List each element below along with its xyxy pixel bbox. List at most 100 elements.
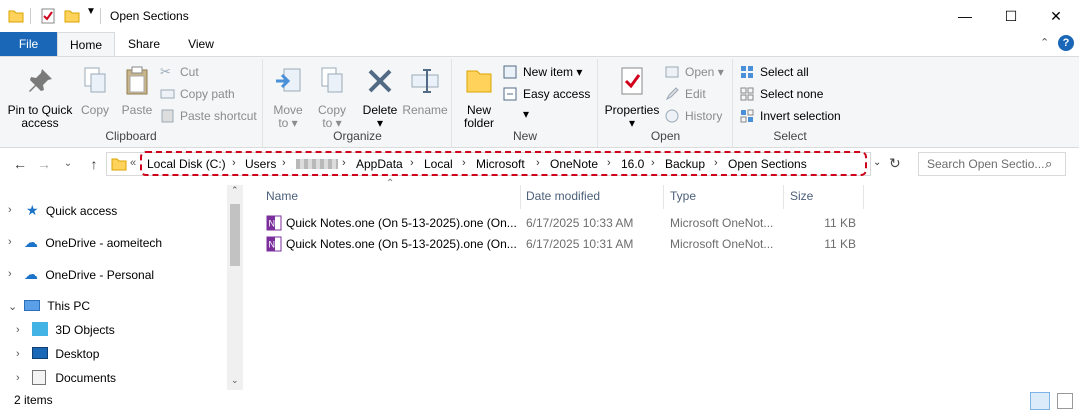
new-folder-button[interactable]: New folder	[459, 65, 499, 130]
table-row[interactable]: N Quick Notes.one (On 5-13-2025).one (On…	[258, 213, 866, 233]
column-divider[interactable]	[663, 185, 664, 209]
refresh-icon[interactable]: ↻	[889, 155, 901, 172]
breadcrumb-microsoft[interactable]: Microsoft	[476, 157, 525, 171]
chevron-right-icon[interactable]: ›	[16, 348, 20, 360]
sidebar-item-onedrive-personal[interactable]: ☁ OneDrive - Personal	[24, 262, 154, 286]
search-input[interactable]: Search Open Sectio... ⌕	[918, 152, 1066, 176]
sidebar-item-documents[interactable]: Documents	[32, 366, 116, 390]
column-divider[interactable]	[863, 185, 864, 209]
maximize-button[interactable]: ☐	[988, 0, 1034, 32]
breadcrumb-backup[interactable]: Backup	[665, 157, 705, 171]
sidebar-item-quick-access[interactable]: ★ Quick access	[26, 198, 117, 222]
tab-file[interactable]: File	[0, 32, 57, 56]
column-name[interactable]: Name	[266, 189, 298, 203]
help-icon[interactable]: ?	[1058, 35, 1074, 51]
minimize-ribbon-icon[interactable]: ⌃	[1040, 36, 1049, 49]
copy-path-button[interactable]: Copy path	[160, 84, 235, 104]
select-none-button[interactable]: Select none	[740, 84, 823, 104]
select-none-label: Select none	[760, 87, 824, 101]
breadcrumb-users[interactable]: Users	[245, 157, 276, 171]
paste-shortcut-button[interactable]: Paste shortcut	[160, 106, 257, 126]
chevron-right-icon[interactable]: ›	[8, 268, 12, 280]
details-view-icon[interactable]	[1030, 392, 1050, 410]
scrollbar-thumb[interactable]	[230, 204, 240, 266]
easy-access-button[interactable]: Easy access ▾	[503, 84, 597, 121]
breadcrumb-overflow-icon[interactable]: «	[130, 157, 136, 169]
rename-label: Rename	[402, 103, 448, 117]
scroll-down-icon[interactable]: ⌄	[231, 375, 239, 386]
back-arrow-icon[interactable]: ←	[10, 154, 30, 174]
column-divider[interactable]	[783, 185, 784, 209]
breadcrumb-separator-icon[interactable]: ›	[607, 157, 611, 169]
select-group-label: Select	[773, 129, 807, 143]
item-count: 2 items	[14, 393, 53, 407]
pin-to-quick-access-button[interactable]: Pin to Quick access	[4, 65, 76, 130]
breadcrumb-appdata[interactable]: AppData	[356, 157, 403, 171]
breadcrumb-version[interactable]: 16.0	[621, 157, 644, 171]
address-dropdown-icon[interactable]: ⌄	[873, 157, 881, 168]
move-to-button[interactable]: Move to ▾	[268, 65, 308, 130]
delete-icon	[368, 69, 392, 93]
chevron-right-icon[interactable]: ›	[16, 372, 20, 384]
breadcrumb-open-sections[interactable]: Open Sections	[728, 157, 807, 171]
copy-label: Copy	[80, 103, 109, 117]
cut-button[interactable]: ✂ Cut	[160, 62, 199, 82]
new-folder-icon[interactable]	[64, 8, 80, 24]
column-size[interactable]: Size	[790, 189, 813, 203]
column-type[interactable]: Type	[670, 189, 696, 203]
tab-view[interactable]: View	[176, 32, 226, 56]
breadcrumb-onenote[interactable]: OneNote	[550, 157, 598, 171]
copy-to-button[interactable]: Copy to ▾	[312, 65, 352, 130]
properties-button[interactable]: Properties ▾	[603, 65, 661, 130]
rename-button[interactable]: Rename	[402, 65, 448, 117]
large-icons-view-icon[interactable]	[1057, 393, 1073, 409]
copy-path-icon	[160, 89, 175, 99]
sidebar-item-3d-objects[interactable]: 3D Objects	[32, 318, 115, 342]
recent-locations-icon[interactable]: ⌄	[58, 154, 78, 174]
delete-button[interactable]: Delete ▾	[360, 65, 400, 130]
chevron-down-icon[interactable]: ⌄	[8, 300, 17, 313]
properties-icon[interactable]	[40, 8, 56, 24]
edit-icon	[665, 87, 679, 101]
breadcrumb-separator-icon[interactable]: ›	[714, 157, 718, 169]
chevron-right-icon[interactable]: ›	[8, 236, 12, 248]
invert-selection-icon	[740, 109, 754, 123]
customize-quick-access-icon[interactable]: ▼	[86, 6, 96, 17]
edit-label: Edit	[685, 87, 706, 101]
tab-home[interactable]: Home	[57, 32, 115, 56]
copy-button[interactable]: Copy	[78, 65, 112, 117]
scroll-up-icon[interactable]: ⌃	[231, 185, 239, 196]
breadcrumb-local-disk[interactable]: Local Disk (C:)	[147, 157, 226, 171]
close-button[interactable]: ✕	[1033, 0, 1079, 32]
invert-selection-button[interactable]: Invert selection	[740, 106, 841, 126]
history-button[interactable]: History	[665, 106, 722, 126]
table-row[interactable]: N Quick Notes.one (On 5-13-2025).one (On…	[258, 234, 866, 254]
paste-icon	[126, 66, 148, 95]
breadcrumb-separator-icon[interactable]: ›	[651, 157, 655, 169]
breadcrumb-separator-icon[interactable]: ›	[410, 157, 414, 169]
paste-button[interactable]: Paste	[118, 65, 156, 117]
search-placeholder: Search Open Sectio...	[927, 157, 1045, 171]
tab-share[interactable]: Share	[120, 32, 168, 56]
edit-button[interactable]: Edit	[665, 84, 706, 104]
breadcrumb-separator-icon[interactable]: ›	[462, 157, 466, 169]
breadcrumb-separator-icon[interactable]: ›	[342, 157, 346, 169]
open-button[interactable]: Open ▾	[665, 62, 724, 82]
breadcrumb-separator-icon[interactable]: ›	[232, 157, 236, 169]
sidebar-item-onedrive-aomeitech[interactable]: ☁ OneDrive - aomeitech	[24, 230, 162, 254]
breadcrumb-separator-icon[interactable]: ›	[282, 157, 286, 169]
sidebar-item-desktop[interactable]: Desktop	[32, 342, 99, 366]
column-date-modified[interactable]: Date modified	[526, 189, 600, 203]
breadcrumb-local[interactable]: Local	[424, 157, 453, 171]
column-divider[interactable]	[520, 185, 521, 209]
up-arrow-icon[interactable]: ↑	[84, 154, 104, 174]
select-all-button[interactable]: Select all	[740, 62, 809, 82]
sidebar-item-this-pc[interactable]: This PC	[24, 294, 90, 318]
new-item-button[interactable]: New item ▾	[503, 62, 582, 82]
chevron-right-icon[interactable]: ›	[8, 204, 12, 216]
forward-arrow-icon[interactable]: →	[34, 154, 54, 174]
minimize-button[interactable]: —	[942, 0, 988, 32]
breadcrumb-separator-icon[interactable]: ›	[536, 157, 540, 169]
redacted-username[interactable]	[296, 159, 338, 169]
chevron-right-icon[interactable]: ›	[16, 324, 20, 336]
